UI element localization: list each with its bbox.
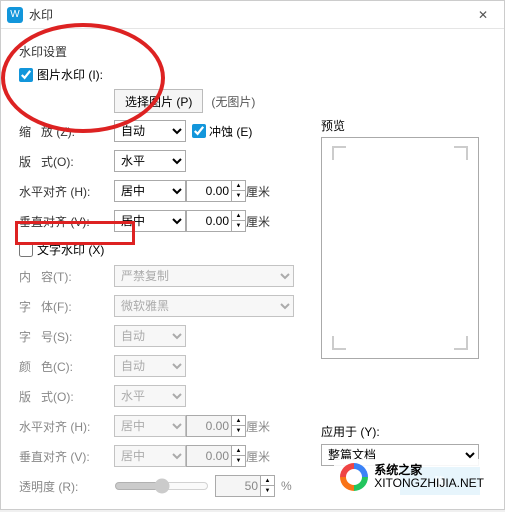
img-halign-label: 水平对齐 (H): xyxy=(19,183,114,200)
font-label: 字 体(F): xyxy=(19,298,114,315)
corner-icon xyxy=(454,336,468,350)
txt-layout-label: 版 式(O): xyxy=(19,388,114,405)
content-select[interactable]: 严禁复制 xyxy=(114,265,294,287)
font-select[interactable]: 微软雅黑 xyxy=(114,295,294,317)
close-icon: ✕ xyxy=(478,8,488,22)
spin-down-icon[interactable]: ▼ xyxy=(231,221,245,231)
opacity-input xyxy=(216,476,260,496)
spin-up-icon[interactable]: ▲ xyxy=(231,211,245,221)
txt-valign-spinner: ▲▼ xyxy=(186,445,246,467)
color-label: 颜 色(C): xyxy=(19,358,114,375)
watermark-dialog: W 水印 ✕ 水印设置 图片水印 (I): 选择图片 (P) (无图片) 缩 放… xyxy=(0,0,505,510)
site-logo: 系统之家 XITONGZHIJIA.NET xyxy=(334,459,490,495)
dialog-content: 水印设置 图片水印 (I): 选择图片 (P) (无图片) 缩 放 (Z): 自… xyxy=(1,29,504,512)
txt-valign-select[interactable]: 居中 xyxy=(114,445,186,467)
unit-cm: 厘米 xyxy=(246,448,270,465)
erode-label: 冲蚀 (E) xyxy=(209,123,252,140)
img-layout-select[interactable]: 水平 xyxy=(114,150,186,172)
img-halign-input[interactable] xyxy=(187,181,231,201)
unit-cm: 厘米 xyxy=(246,418,270,435)
img-valign-input[interactable] xyxy=(187,211,231,231)
text-watermark-checkbox[interactable] xyxy=(19,243,33,257)
no-image-hint: (无图片) xyxy=(211,93,255,110)
img-valign-label: 垂直对齐 (V): xyxy=(19,213,114,230)
corner-icon xyxy=(454,146,468,160)
section-title: 水印设置 xyxy=(19,43,486,60)
spin-up-icon: ▲ xyxy=(231,446,245,456)
logo-icon xyxy=(340,463,368,491)
spin-up-icon: ▲ xyxy=(260,476,274,486)
img-valign-spinner[interactable]: ▲▼ xyxy=(186,210,246,232)
opacity-slider[interactable] xyxy=(114,478,209,494)
unit-cm: 厘米 xyxy=(246,213,270,230)
txt-layout-select[interactable]: 水平 xyxy=(114,385,186,407)
scale-label: 缩 放 (Z): xyxy=(19,123,114,140)
titlebar: W 水印 ✕ xyxy=(1,1,504,29)
txt-halign-spinner: ▲▼ xyxy=(186,415,246,437)
preview-label: 预览 xyxy=(321,117,345,134)
scale-select[interactable]: 自动 xyxy=(114,120,186,142)
close-button[interactable]: ✕ xyxy=(468,5,498,25)
txt-halign-select[interactable]: 居中 xyxy=(114,415,186,437)
text-watermark-row: 文字水印 (X) xyxy=(19,241,319,258)
logo-text: 系统之家 XITONGZHIJIA.NET xyxy=(374,464,484,490)
opacity-spinner: ▲▼ xyxy=(215,475,275,497)
corner-icon xyxy=(332,146,346,160)
image-watermark-label: 图片水印 (I): xyxy=(37,66,103,83)
spin-up-icon[interactable]: ▲ xyxy=(231,181,245,191)
image-watermark-checkbox[interactable] xyxy=(19,68,33,82)
opacity-label: 透明度 (R): xyxy=(19,478,114,495)
percent-unit: % xyxy=(281,479,292,493)
img-halign-spinner[interactable]: ▲▼ xyxy=(186,180,246,202)
spin-down-icon: ▼ xyxy=(260,486,274,496)
spin-down-icon: ▼ xyxy=(231,426,245,436)
spin-up-icon: ▲ xyxy=(231,416,245,426)
img-halign-select[interactable]: 居中 xyxy=(114,180,186,202)
size-select[interactable]: 自动 xyxy=(114,325,186,347)
dialog-title: 水印 xyxy=(29,6,468,23)
txt-valign-input xyxy=(187,446,231,466)
spin-down-icon[interactable]: ▼ xyxy=(231,191,245,201)
content-label: 内 容(T): xyxy=(19,268,114,285)
unit-cm: 厘米 xyxy=(246,183,270,200)
txt-valign-label: 垂直对齐 (V): xyxy=(19,448,114,465)
select-image-button[interactable]: 选择图片 (P) xyxy=(114,89,203,113)
app-icon: W xyxy=(7,7,23,23)
applyto-label: 应用于 (Y): xyxy=(321,423,479,440)
txt-halign-input xyxy=(187,416,231,436)
preview-pane xyxy=(321,137,479,359)
color-select[interactable]: 自动 xyxy=(114,355,186,377)
text-watermark-label: 文字水印 (X) xyxy=(37,241,104,258)
txt-halign-label: 水平对齐 (H): xyxy=(19,418,114,435)
erode-checkbox[interactable] xyxy=(192,124,206,138)
spin-down-icon: ▼ xyxy=(231,456,245,466)
corner-icon xyxy=(332,336,346,350)
size-label: 字 号(S): xyxy=(19,328,114,345)
img-valign-select[interactable]: 居中 xyxy=(114,210,186,232)
img-layout-label: 版 式(O): xyxy=(19,153,114,170)
image-watermark-row: 图片水印 (I): xyxy=(19,66,319,83)
